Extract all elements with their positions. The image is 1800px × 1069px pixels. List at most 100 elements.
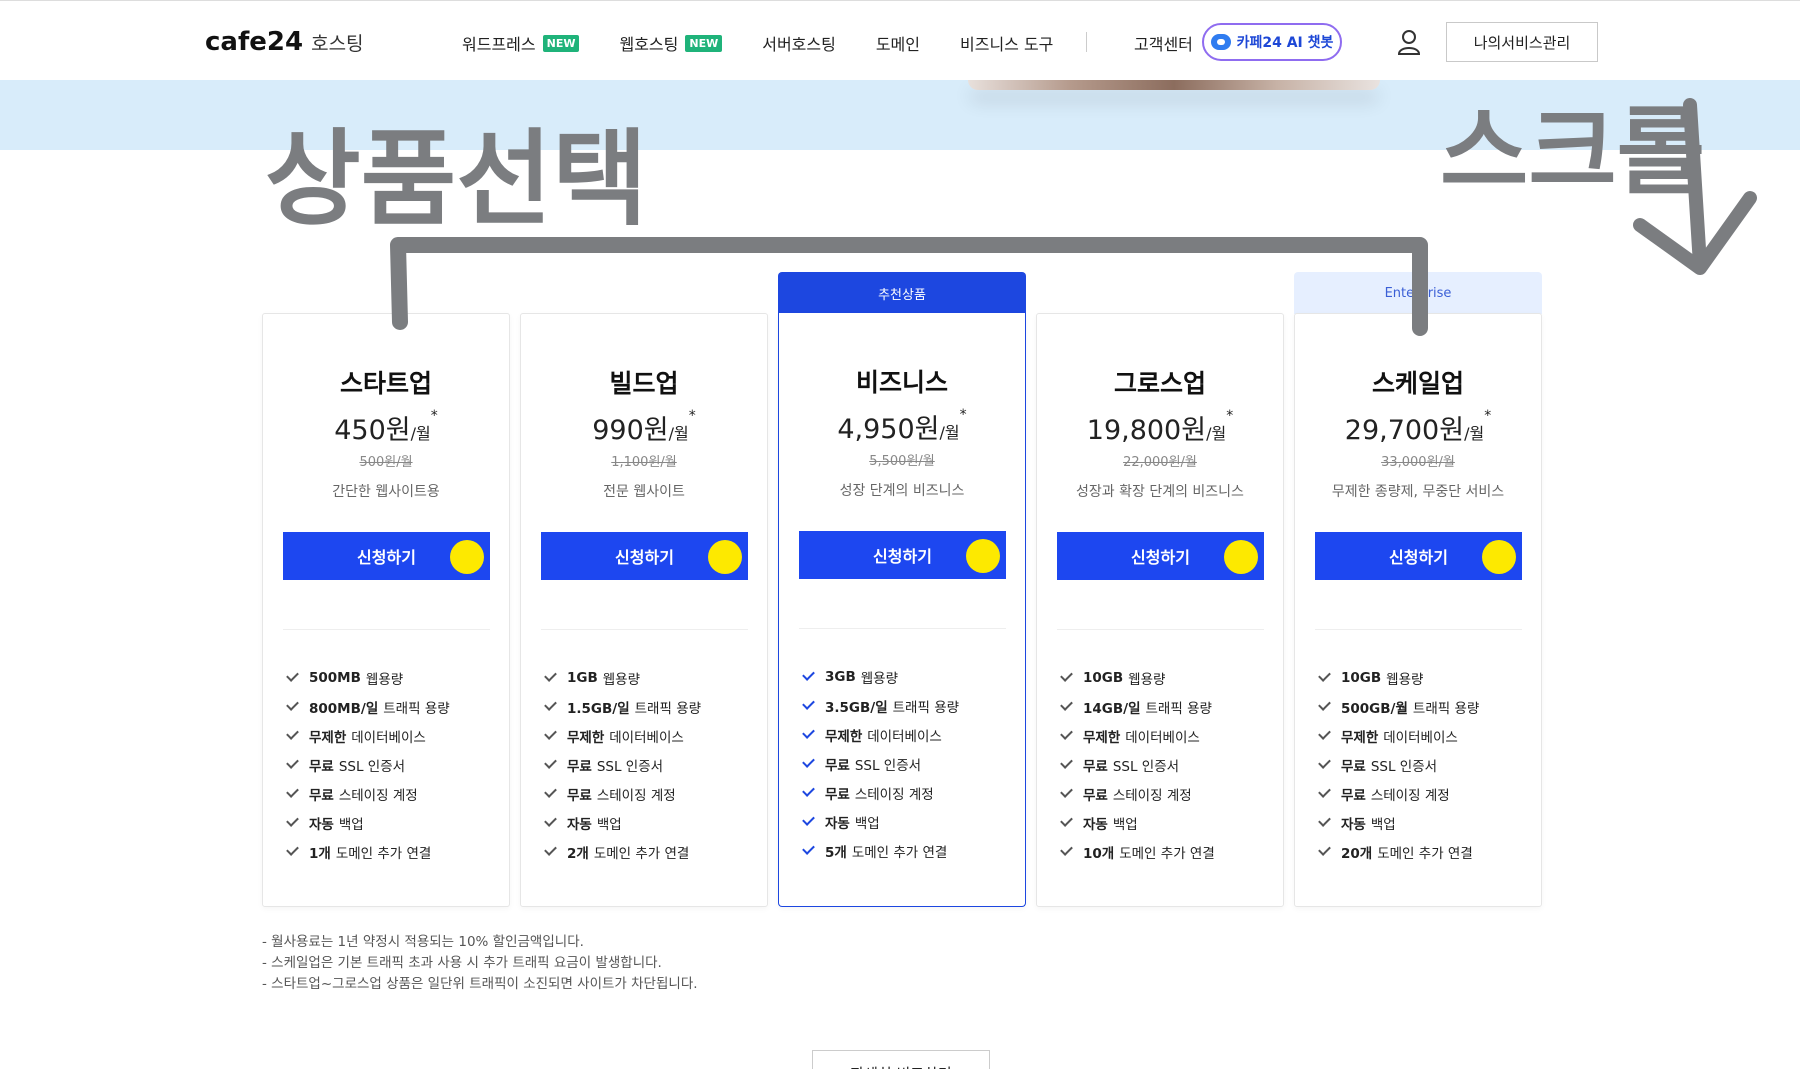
feature-list: 1GB 웹용량 1.5GB/일 트래픽 용량 무제한 데이터베이스 무료 SSL 인증서 무료 스…	[544, 663, 701, 866]
nav-business-tools[interactable]: 비즈니스 도구	[960, 31, 1053, 55]
original-price: 33,000원/월	[1381, 455, 1455, 470]
check-icon	[1060, 843, 1073, 856]
check-icon	[1318, 756, 1331, 769]
plan-price: 450원/월*	[263, 408, 509, 447]
nav-serverhosting[interactable]: 서버호스팅	[762, 31, 836, 55]
feature-item: 무료 SSL 인증서	[1060, 750, 1215, 779]
feature-value: 10GB	[1341, 669, 1382, 686]
ai-chatbot-button[interactable]: 카페24 AI 챗봇	[1202, 23, 1342, 61]
plan-name: 스타트업	[339, 369, 432, 398]
feature-value: 5개	[825, 844, 847, 861]
check-icon	[286, 756, 299, 769]
feature-value: 무료	[309, 758, 334, 775]
feature-item: 무료 SSL 인증서	[544, 750, 701, 779]
feature-value: 20개	[1341, 845, 1373, 862]
price-unit: /월	[1206, 424, 1227, 443]
feature-label: 트래픽 용량	[1412, 700, 1480, 717]
check-icon	[1318, 698, 1331, 711]
check-icon	[1060, 785, 1073, 798]
feature-label: 스테이징 계정	[854, 786, 934, 803]
feature-value: 자동	[1083, 816, 1108, 833]
feature-label: 트래픽 용량	[1145, 700, 1212, 717]
check-icon	[802, 755, 815, 768]
feature-label: 백업	[338, 816, 364, 833]
apply-button[interactable]: 신청하기	[799, 531, 1006, 579]
feature-item: 10개 도메인 추가 연결	[1060, 837, 1215, 866]
feature-value: 무료	[567, 758, 592, 775]
apply-button[interactable]: 신청하기	[1057, 532, 1264, 580]
check-icon	[1318, 843, 1331, 856]
feature-item: 자동 백업	[1060, 808, 1215, 837]
feature-value: 무료	[567, 787, 592, 804]
plan-card: 그로스업 19,800원/월* 22,000원/월 성장과 확장 단계의 비즈니스 신청…	[1036, 313, 1284, 907]
pricing-notes: - 월사용료는 1년 약정시 적용되는 10% 할인금액입니다. - 스케일업은…	[262, 932, 698, 995]
plan-card: 빌드업 990원/월* 1,100원/월 전문 웹사이트 신청하기 1GB 웹용량 1.5GB…	[520, 313, 768, 907]
feature-label: 트래픽 용량	[383, 700, 450, 717]
feature-item: 무료 스테이징 계정	[544, 779, 701, 808]
plan-card: 스케일업 29,700원/월* 33,000원/월 무제한 종량제, 무중단 서비스 신…	[1294, 313, 1542, 907]
feature-label: 데이터베이스	[609, 729, 684, 746]
card-divider	[799, 628, 1006, 629]
price-value: 29,700원	[1344, 415, 1465, 446]
feature-value: 무제한	[1341, 729, 1379, 746]
feature-label: 웹용량	[365, 671, 404, 688]
nav-webhosting[interactable]: 웹호스팅 NEW	[619, 31, 723, 55]
check-icon	[544, 814, 557, 827]
feature-item: 1GB 웹용량	[544, 663, 701, 692]
user-icon[interactable]	[1398, 29, 1420, 55]
original-price: 5,500원/월	[869, 454, 935, 469]
nav-label: 서버호스팅	[762, 35, 836, 54]
check-icon	[802, 784, 815, 797]
feature-item: 3.5GB/일 트래픽 용량	[802, 691, 959, 720]
feature-item: 3GB 웹용량	[802, 662, 959, 691]
original-price: 1,100원/월	[611, 455, 677, 470]
check-icon	[1318, 785, 1331, 798]
check-icon	[1060, 756, 1073, 769]
price-unit: /월	[410, 424, 431, 443]
feature-value: 무제한	[1083, 729, 1121, 746]
feature-item: 무료 SSL 인증서	[802, 749, 959, 778]
nav-support[interactable]: 고객센터	[1134, 31, 1193, 55]
price-mark: *	[959, 407, 967, 423]
ai-chatbot-label: 카페24 AI 챗봇	[1236, 35, 1334, 51]
feature-item: 무제한 데이터베이스	[1318, 721, 1479, 750]
check-icon	[802, 813, 815, 826]
plan-description: 성장 단계의 비즈니스	[839, 483, 965, 499]
feature-label: 도메인 추가 연결	[1377, 845, 1473, 862]
plan-price: 990원/월*	[521, 408, 767, 447]
check-icon	[1060, 727, 1073, 740]
feature-item: 무료 스테이징 계정	[286, 779, 450, 808]
feature-value: 자동	[825, 815, 850, 832]
feature-label: 백업	[596, 816, 622, 833]
compare-detail-button[interactable]: 자세히 비교하기	[812, 1050, 990, 1069]
feature-label: 스테이징 계정	[596, 787, 676, 804]
nav-wordpress[interactable]: 워드프레스 NEW	[462, 31, 580, 55]
feature-label: SSL 인증서	[596, 758, 664, 775]
nav-domain[interactable]: 도메인	[876, 31, 920, 55]
feature-label: 도메인 추가 연결	[1119, 845, 1215, 862]
card-divider	[1057, 629, 1264, 630]
click-marker	[708, 540, 742, 574]
note-line: - 스케일업은 기본 트래픽 초과 사용 시 추가 트래픽 요금이 발생합니다.	[262, 955, 662, 971]
recommended-tag: 추천상품	[778, 272, 1026, 314]
feature-value: 10GB	[1083, 669, 1124, 686]
check-icon	[286, 843, 299, 856]
feature-label: 도메인 추가 연결	[593, 845, 690, 862]
apply-button[interactable]: 신청하기	[541, 532, 748, 580]
my-service-button[interactable]: 나의서비스관리	[1446, 22, 1598, 62]
price-unit: /월	[939, 423, 960, 442]
feature-label: SSL 인증서	[1112, 758, 1180, 775]
price-mark: *	[430, 408, 438, 424]
original-price: 22,000원/월	[1123, 455, 1197, 470]
check-icon	[544, 756, 557, 769]
logo-subtitle: 호스팅	[311, 33, 364, 55]
apply-button[interactable]: 신청하기	[1315, 532, 1522, 580]
check-icon	[544, 727, 557, 740]
feature-label: 웹용량	[1386, 671, 1424, 688]
apply-button[interactable]: 신청하기	[283, 532, 490, 580]
feature-item: 800MB/일 트래픽 용량	[286, 692, 450, 721]
feature-label: 데이터베이스	[867, 728, 942, 745]
price-value: 450원	[334, 415, 411, 446]
nav-divider	[1086, 32, 1087, 52]
logo[interactable]: cafe24 호스팅	[205, 27, 364, 57]
